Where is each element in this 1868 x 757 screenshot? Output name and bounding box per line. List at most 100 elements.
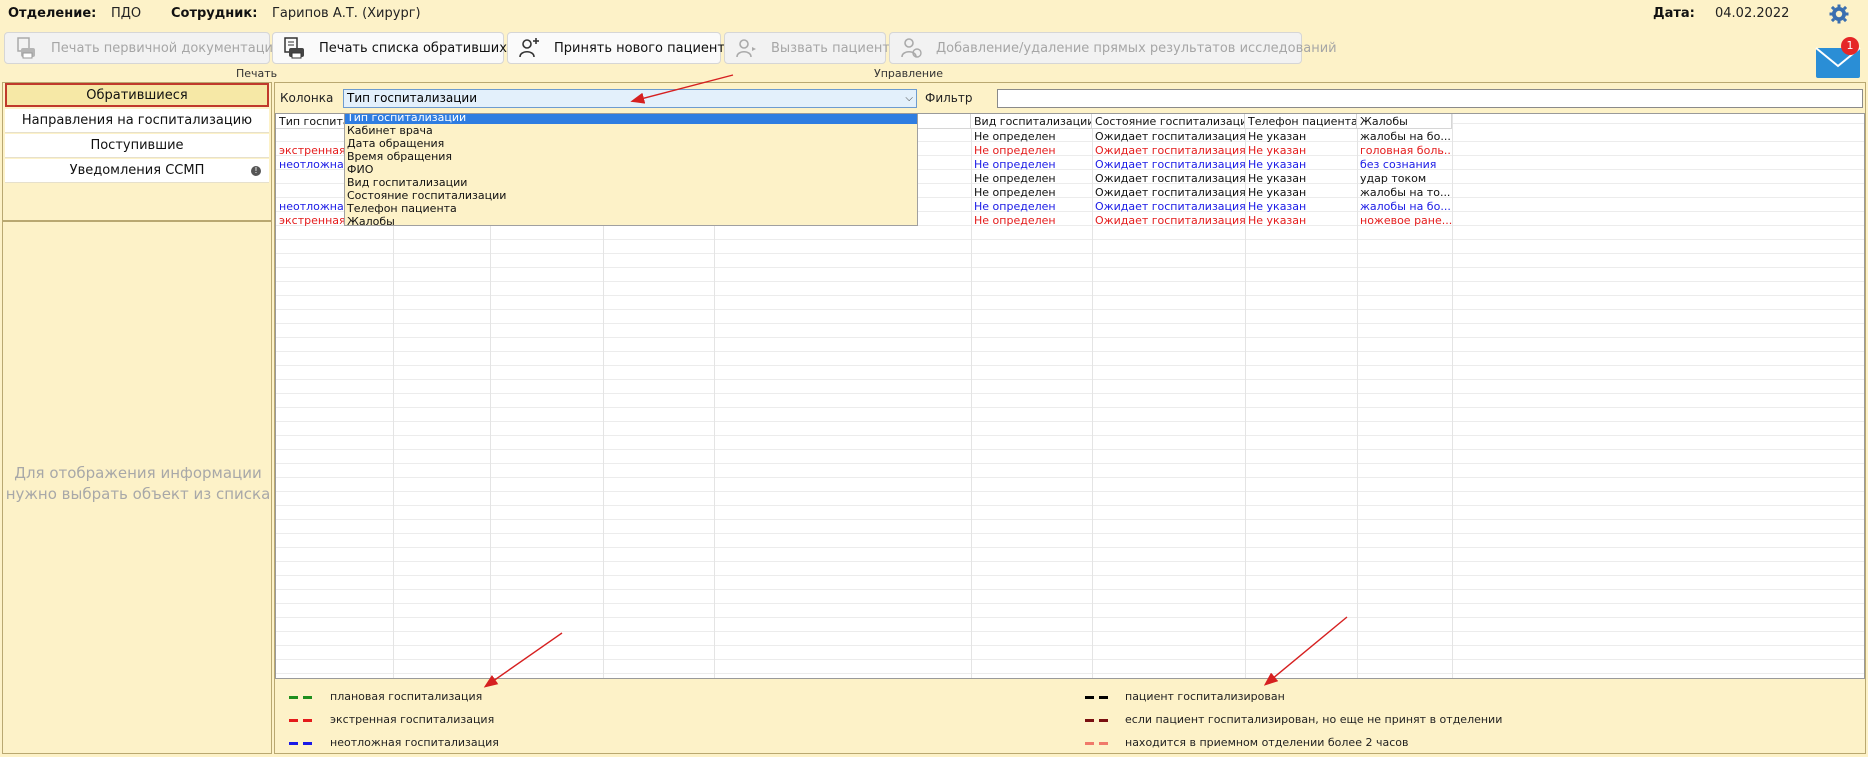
- sidebar-item-applied[interactable]: Обратившиеся: [5, 83, 269, 107]
- call-patient-icon: [736, 39, 756, 58]
- mail-badge: 1: [1846, 39, 1854, 52]
- legend-swatch-urgent: [289, 742, 313, 745]
- cell-complaints: жалобы на то...: [1360, 186, 1451, 199]
- sidebar-item-admitted[interactable]: Поступившие: [5, 134, 269, 158]
- manage-results-button[interactable]: Добавление/удаление прямых результатов и…: [889, 32, 1337, 64]
- cell-complaints: удар током: [1360, 172, 1427, 185]
- legend-swatch-hospitalized: [1085, 696, 1109, 699]
- legend-swatch-emergency: [289, 719, 313, 722]
- dropdown-option[interactable]: Вид госпитализации: [345, 176, 917, 189]
- divider: [3, 220, 271, 222]
- dropdown-option[interactable]: Кабинет врача: [345, 124, 917, 137]
- legend: плановая госпитализация экстренная госпи…: [275, 681, 1865, 753]
- cell-phone: Не указан: [1248, 214, 1307, 227]
- info-icon: !: [251, 166, 261, 176]
- cell-kind: Не определен: [974, 144, 1056, 157]
- dropdown-option[interactable]: ФИО: [345, 163, 917, 176]
- legend-hospitalized: пациент госпитализирован: [1125, 690, 1285, 703]
- print-primary-docs-label: Печать первичной документации: [51, 40, 282, 56]
- results-icon: [901, 38, 922, 58]
- dropdown-option[interactable]: Тип госпитализации: [345, 114, 917, 124]
- manage-group-label: Управление: [874, 67, 944, 80]
- top-bar: Отделение: ПДО Сотрудник: Гарипов А.Т. (…: [0, 0, 1868, 28]
- printer-list-icon: [284, 37, 304, 59]
- department-label: Отделение:: [8, 6, 97, 21]
- column-select[interactable]: Тип госпитализации ⌵: [343, 89, 917, 108]
- legend-emergency: экстренная госпитализация: [330, 713, 495, 726]
- date-label: Дата:: [1653, 6, 1695, 21]
- call-patient-label: Вызвать пациента: [771, 40, 898, 56]
- cell-state: Ожидает госпитализация: [1095, 144, 1245, 157]
- cell-kind: Не определен: [974, 186, 1056, 199]
- placeholder-line-2: нужно выбрать объект из списка: [5, 485, 271, 503]
- col-header-phone[interactable]: Телефон пациента: [1245, 114, 1357, 129]
- print-list-label: Печать списка обратившихся: [319, 40, 522, 56]
- col-header-complaints[interactable]: Жалобы: [1357, 114, 1452, 129]
- cell-kind: Не определен: [974, 158, 1056, 171]
- employee-value: Гарипов А.Т. (Хирург): [272, 6, 421, 21]
- print-list-button[interactable]: Печать списка обратившихся: [272, 32, 522, 64]
- cell-state: Ожидает госпитализация: [1095, 186, 1245, 199]
- cell-state: Ожидает госпитализация: [1095, 200, 1245, 213]
- sidebar-item-notifications[interactable]: Уведомления ССМП !: [5, 159, 269, 183]
- cell-complaints: ножевое ране...: [1360, 214, 1452, 227]
- dropdown-option[interactable]: Состояние госпитализации: [345, 189, 917, 202]
- printer-document-icon: [17, 37, 35, 59]
- legend-swatch-planned: [289, 696, 313, 699]
- employee-label: Сотрудник:: [171, 6, 258, 21]
- cell-complaints: без сознания: [1360, 158, 1437, 171]
- cell-state: Ожидает госпитализация: [1095, 172, 1245, 185]
- empty-placeholder: Для отображения информации нужно выбрать…: [3, 463, 273, 505]
- cell-state: Ожидает госпитализация: [1095, 214, 1245, 227]
- cell-kind: Не определен: [974, 200, 1056, 213]
- cell-phone: Не указан: [1248, 144, 1307, 157]
- filter-row: Колонка Тип госпитализации ⌵ Фильтр: [275, 83, 1867, 113]
- gear-icon[interactable]: [1829, 4, 1849, 27]
- chevron-down-icon: ⌵: [905, 93, 913, 104]
- add-patient-icon: [519, 38, 539, 58]
- column-label: Колонка: [280, 91, 334, 105]
- cell-kind: Не определен: [974, 214, 1056, 227]
- date-value: 04.02.2022: [1715, 6, 1790, 21]
- legend-swatch-over-2h: [1085, 742, 1109, 745]
- cell-phone: Не указан: [1248, 200, 1307, 213]
- column-select-value: Тип госпитализации: [347, 91, 477, 105]
- placeholder-line-1: Для отображения информации: [14, 464, 262, 482]
- dropdown-option[interactable]: Время обращения: [345, 150, 917, 163]
- filter-input[interactable]: [997, 89, 1863, 108]
- cell-phone: Не указан: [1248, 130, 1307, 143]
- filter-label: Фильтр: [925, 91, 973, 105]
- cell-complaints: головная боль...: [1360, 144, 1452, 157]
- legend-over-2h: находится в приемном отделении более 2 ч…: [1125, 736, 1409, 749]
- sidebar-item-notifications-label: Уведомления ССМП: [69, 163, 205, 178]
- legend-not-accepted: если пациент госпитализирован, но еще не…: [1125, 713, 1503, 726]
- col-header-kind[interactable]: Вид госпитализации: [971, 114, 1092, 129]
- cell-kind: Не определен: [974, 130, 1056, 143]
- legend-swatch-not-accepted: [1085, 719, 1109, 722]
- cell-state: Ожидает госпитализация: [1095, 158, 1245, 171]
- dropdown-option[interactable]: Телефон пациента: [345, 202, 917, 215]
- cell-phone: Не указан: [1248, 172, 1307, 185]
- print-group-label: Печать: [236, 67, 278, 80]
- cell-complaints: жалобы на бо...: [1360, 130, 1451, 143]
- sidebar-item-referrals[interactable]: Направления на госпитализацию: [5, 109, 269, 133]
- sidebar: Обратившиеся Направления на госпитализац…: [2, 82, 272, 754]
- print-primary-docs-button[interactable]: Печать первичной документации: [4, 32, 281, 64]
- col-header-state[interactable]: Состояние госпитализации: [1092, 114, 1245, 129]
- accept-patient-button[interactable]: Принять нового пациента: [507, 32, 733, 64]
- legend-urgent: неотложная госпитализация: [330, 736, 499, 749]
- dropdown-option[interactable]: Дата обращения: [345, 137, 917, 150]
- column-dropdown: Тип госпитализации Кабинет врача Дата об…: [344, 114, 918, 228]
- cell-kind: Не определен: [974, 172, 1056, 185]
- mail-icon[interactable]: 1: [1814, 36, 1866, 80]
- legend-planned: плановая госпитализация: [330, 690, 483, 703]
- cell-phone: Не указан: [1248, 158, 1307, 171]
- main-panel: Колонка Тип госпитализации ⌵ Фильтр Тип …: [274, 82, 1866, 754]
- call-patient-button[interactable]: Вызвать пациента: [724, 32, 898, 64]
- dropdown-option[interactable]: Жалобы: [345, 215, 917, 228]
- cell-state: Ожидает госпитализация: [1095, 130, 1245, 143]
- accept-patient-label: Принять нового пациента: [554, 40, 733, 56]
- manage-results-label: Добавление/удаление прямых результатов и…: [936, 40, 1337, 56]
- department-value: ПДО: [111, 6, 142, 21]
- patients-table: Тип госпита Вид госпитализации Состояние…: [275, 113, 1865, 679]
